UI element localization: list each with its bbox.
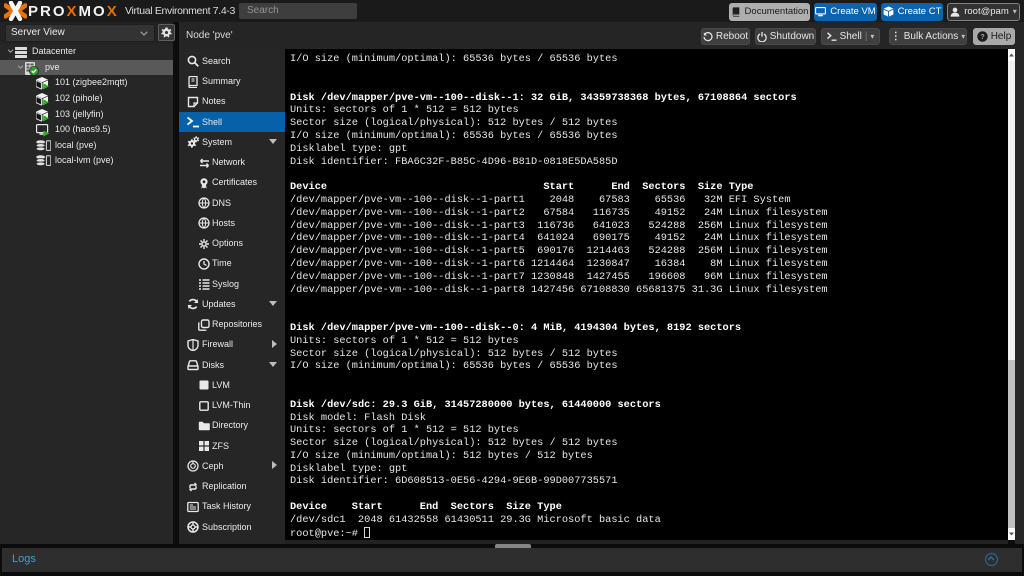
svg-text:?: ?	[980, 32, 985, 41]
